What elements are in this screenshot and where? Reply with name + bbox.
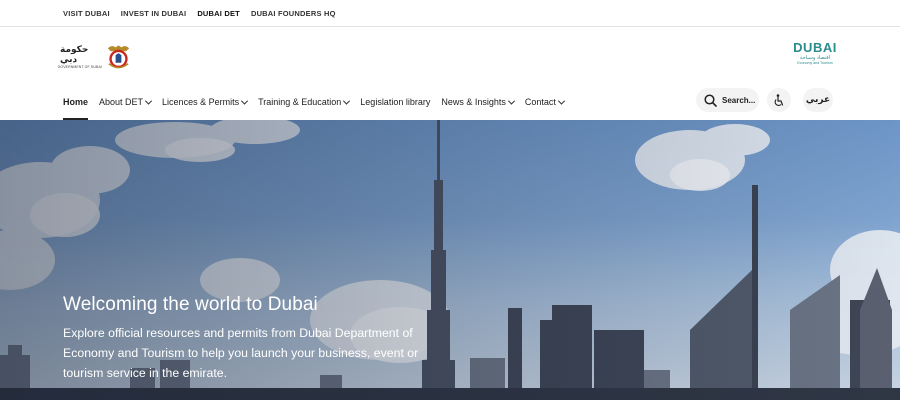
logo-row: حكومة دبي GOVERNMENT OF DUBAI DUBAI اقتص… <box>0 28 900 83</box>
gov-logo-text: حكومة دبي GOVERNMENT OF DUBAI <box>57 44 102 70</box>
chevron-down-icon <box>507 97 515 105</box>
link-invest-in-dubai[interactable]: INVEST IN DUBAI <box>121 9 187 18</box>
nav-item-label: Home <box>63 97 89 107</box>
nav-item-label: Contact <box>524 97 556 107</box>
nav-item-contact[interactable]: Contact <box>524 84 565 120</box>
government-of-dubai-logo[interactable]: حكومة دبي GOVERNMENT OF DUBAI <box>57 40 132 74</box>
dubai-emblem-icon <box>107 45 130 69</box>
link-dubai-founders-hq[interactable]: DUBAI FOUNDERS HQ <box>251 9 336 18</box>
language-toggle-button[interactable]: عربي <box>803 88 833 112</box>
nav-item-label: Legislation library <box>360 97 431 107</box>
search-button-label: Search... <box>722 95 756 105</box>
hero-banner: Welcoming the world to Dubai Explore off… <box>0 120 900 400</box>
nav-item-about-det[interactable]: About DET <box>99 84 153 120</box>
language-toggle-label: عربي <box>805 95 831 105</box>
chevron-down-icon <box>241 97 249 105</box>
chevron-down-icon <box>557 97 565 105</box>
link-dubai-det[interactable]: DUBAI DET <box>197 9 240 18</box>
nav-item-home[interactable]: Home <box>63 84 89 120</box>
gov-logo-english: GOVERNMENT OF DUBAI <box>57 64 102 69</box>
nav-item-label: Licences & Permits <box>162 97 240 107</box>
gov-logo-arabic: حكومة دبي <box>60 44 89 65</box>
link-visit-dubai[interactable]: VISIT DUBAI <box>63 9 110 18</box>
main-nav: Home About DET Licences & Permits Traini… <box>0 84 900 120</box>
nav-item-licences-permits[interactable]: Licences & Permits <box>162 84 249 120</box>
search-button[interactable]: Search... <box>696 88 759 112</box>
hero-description: Explore official resources and permits f… <box>63 326 419 380</box>
nav-item-news-insights[interactable]: News & Insights <box>441 84 515 120</box>
search-icon <box>704 93 717 107</box>
hero-title: Welcoming the world to Dubai <box>63 294 318 315</box>
det-logo-title: DUBAI <box>793 40 837 55</box>
chevron-down-icon <box>145 97 153 105</box>
det-logo-english: Economy and Tourism <box>797 61 833 65</box>
nav-item-label: Training & Education <box>258 97 342 107</box>
accessibility-button[interactable] <box>767 88 791 112</box>
nav-item-training-education[interactable]: Training & Education <box>258 84 351 120</box>
utility-bar: VISIT DUBAI INVEST IN DUBAI DUBAI DET DU… <box>0 0 900 27</box>
chevron-down-icon <box>343 97 351 105</box>
accessibility-icon <box>774 93 784 106</box>
dubai-economy-tourism-logo[interactable]: DUBAI اقتصاد وسياحة Economy and Tourism <box>793 40 837 73</box>
nav-item-legislation-library[interactable]: Legislation library <box>360 84 430 120</box>
nav-item-label: News & Insights <box>441 97 506 107</box>
nav-item-label: About DET <box>99 97 144 107</box>
